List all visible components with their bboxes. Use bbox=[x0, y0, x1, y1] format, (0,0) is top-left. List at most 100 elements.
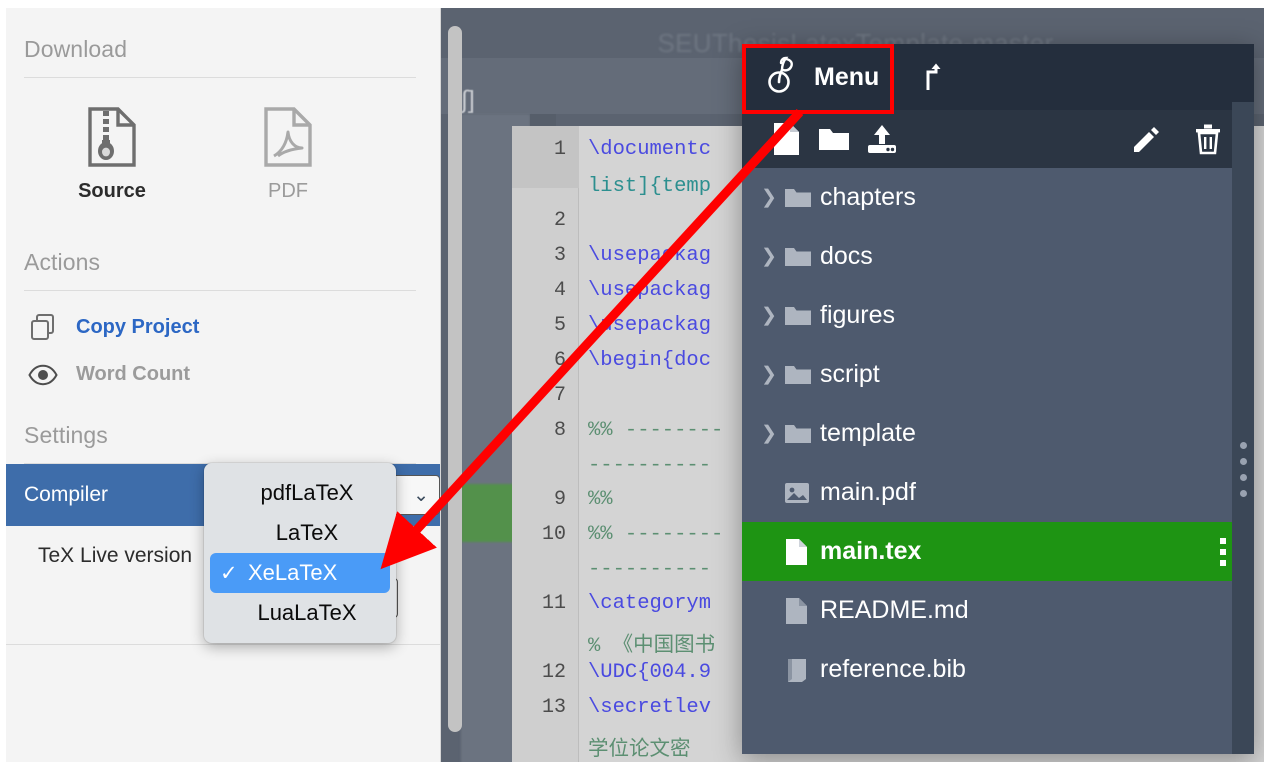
file-pdf-icon bbox=[200, 104, 376, 170]
file-tree-file[interactable]: ❯main.tex bbox=[742, 522, 1254, 581]
new-folder-button[interactable] bbox=[810, 125, 858, 153]
code-line: \usepackag bbox=[588, 244, 712, 267]
overleaf-logo-icon bbox=[766, 56, 800, 99]
rename-button[interactable] bbox=[1122, 124, 1170, 154]
compiler-option-lualatex[interactable]: LuaLaTeX bbox=[210, 593, 390, 633]
code-line: \usepackag bbox=[588, 279, 712, 302]
code-line: \secretlev bbox=[588, 696, 712, 719]
menu-button[interactable]: Menu bbox=[742, 44, 901, 110]
chevron-right-icon[interactable]: ❯ bbox=[754, 245, 784, 268]
word-count-label: Word Count bbox=[76, 363, 191, 385]
eye-icon bbox=[28, 364, 58, 386]
line-number-gutter: 123456▼7891011121314 bbox=[512, 126, 579, 770]
line-number: 1 bbox=[553, 138, 566, 161]
code-line: \usepackag bbox=[588, 314, 712, 337]
compiler-option-xelatex[interactable]: ✓ XeLaTeX bbox=[210, 553, 390, 593]
line-number: 11 bbox=[541, 592, 566, 615]
line-number: 12 bbox=[541, 661, 566, 684]
code-line: %% -------- bbox=[588, 523, 724, 546]
compiler-option-latex[interactable]: LaTeX bbox=[210, 513, 390, 553]
line-number: 6 bbox=[553, 349, 566, 372]
line-number: 8 bbox=[553, 419, 566, 442]
new-file-button[interactable] bbox=[762, 122, 810, 156]
file-tree-panel: Menu ❯ chapters ❯ docs ❯ figures ❯ scrip… bbox=[742, 44, 1254, 754]
page-scrollbar[interactable] bbox=[448, 26, 462, 732]
code-line: \categorym bbox=[588, 592, 712, 615]
file-tree-folder[interactable]: ❯ script bbox=[742, 345, 1254, 404]
fold-arrow-icon[interactable]: ▼ bbox=[567, 357, 578, 369]
actions-section-title: Actions bbox=[24, 249, 101, 275]
file-menu-kebab-icon[interactable] bbox=[1220, 522, 1226, 581]
panel-resize-handle[interactable] bbox=[1232, 102, 1254, 754]
line-number: 10 bbox=[541, 523, 566, 546]
download-options: Source PDF bbox=[24, 78, 416, 213]
file-tree-file[interactable]: ❯README.md bbox=[742, 581, 1254, 640]
book-file-icon bbox=[784, 657, 818, 683]
chevron-right-icon[interactable]: ❯ bbox=[754, 304, 784, 327]
download-pdf-button[interactable]: PDF bbox=[200, 104, 376, 203]
compiler-label: Compiler bbox=[24, 483, 109, 506]
file-tree-folder[interactable]: ❯ template bbox=[742, 404, 1254, 463]
file-tree-item-label: reference.bib bbox=[820, 655, 966, 683]
code-line: \UDC{004.9 bbox=[588, 661, 712, 684]
code-line: \documentc bbox=[588, 138, 712, 161]
resize-handle-dots bbox=[1240, 442, 1247, 497]
file-panel-toolbar bbox=[742, 110, 1254, 168]
file-tree-list: ❯ chapters ❯ docs ❯ figures ❯ script ❯ template ❯m… bbox=[742, 168, 1254, 754]
file-tree-folder[interactable]: ❯ docs bbox=[742, 227, 1254, 286]
file-tree-item-label: docs bbox=[820, 242, 873, 270]
file-tree-folder[interactable]: ❯ figures bbox=[742, 286, 1254, 345]
file-panel-header: Menu bbox=[742, 44, 1254, 110]
folder-icon bbox=[784, 186, 818, 210]
code-line: \begin{doc bbox=[588, 349, 712, 372]
text-file-icon bbox=[784, 597, 818, 625]
copy-project-button[interactable]: Copy Project bbox=[24, 291, 416, 341]
chevron-down-icon: ⌄ bbox=[413, 484, 429, 506]
line-number: 4 bbox=[553, 279, 566, 302]
upload-button[interactable] bbox=[858, 123, 906, 155]
line-number: 7 bbox=[553, 384, 566, 407]
download-pdf-label: PDF bbox=[268, 180, 308, 202]
download-source-label: Source bbox=[78, 180, 146, 202]
settings-section-title: Settings bbox=[24, 422, 108, 448]
compiler-dropdown-menu[interactable]: pdfLaTeX LaTeX ✓ XeLaTeX LuaLaTeX bbox=[204, 463, 396, 643]
code-line: ---------- bbox=[588, 454, 712, 477]
line-number: 3 bbox=[553, 244, 566, 267]
file-tree-item-label: README.md bbox=[820, 596, 969, 624]
editor-toolbar-glyph: ∫] bbox=[461, 86, 475, 114]
folder-icon bbox=[784, 422, 818, 446]
file-tree-file[interactable]: ❯reference.bib bbox=[742, 640, 1254, 699]
delete-button[interactable] bbox=[1184, 123, 1232, 155]
menu-label: Menu bbox=[814, 62, 880, 91]
file-tree-folder[interactable]: ❯ chapters bbox=[742, 168, 1254, 227]
line-number: 9 bbox=[553, 488, 566, 511]
line-number: 5 bbox=[553, 314, 566, 337]
download-source-button[interactable]: Source bbox=[24, 104, 200, 203]
tex-file-icon bbox=[784, 538, 818, 566]
project-left-menu: Download Source PDF Actions Copy Project… bbox=[0, 0, 441, 770]
file-tree-item-label: script bbox=[820, 360, 880, 388]
upload-project-icon[interactable] bbox=[901, 44, 965, 110]
chevron-right-icon[interactable]: ❯ bbox=[754, 186, 784, 209]
code-line: %% -------- bbox=[588, 419, 724, 442]
compiler-option-pdflatex[interactable]: pdfLaTeX bbox=[210, 473, 390, 513]
code-line: %% bbox=[588, 488, 613, 511]
chevron-right-icon[interactable]: ❯ bbox=[754, 422, 784, 445]
check-icon: ✓ bbox=[220, 561, 238, 585]
line-number: 13 bbox=[541, 696, 566, 719]
main-document-label: Main document bbox=[24, 645, 416, 663]
folder-icon bbox=[784, 363, 818, 387]
code-line: 学位论文密 bbox=[588, 739, 691, 762]
folder-icon bbox=[784, 304, 818, 328]
download-section-title: Download bbox=[24, 36, 128, 62]
app-window: SEUThesisLatexTemplate-master ∫] 1 2 3 4 5 6 ▼… bbox=[0, 0, 1270, 770]
file-tree-file[interactable]: ❯main.pdf bbox=[742, 463, 1254, 522]
file-tree-item-label: template bbox=[820, 419, 916, 447]
file-zip-icon bbox=[24, 104, 200, 170]
word-count-button[interactable]: Word Count bbox=[24, 341, 416, 386]
code-line: list]{temp bbox=[588, 175, 712, 198]
line-number: 2 bbox=[553, 209, 566, 232]
code-line: ---------- bbox=[588, 558, 712, 581]
file-tree-item-label: main.pdf bbox=[820, 478, 916, 506]
chevron-right-icon[interactable]: ❯ bbox=[754, 363, 784, 386]
